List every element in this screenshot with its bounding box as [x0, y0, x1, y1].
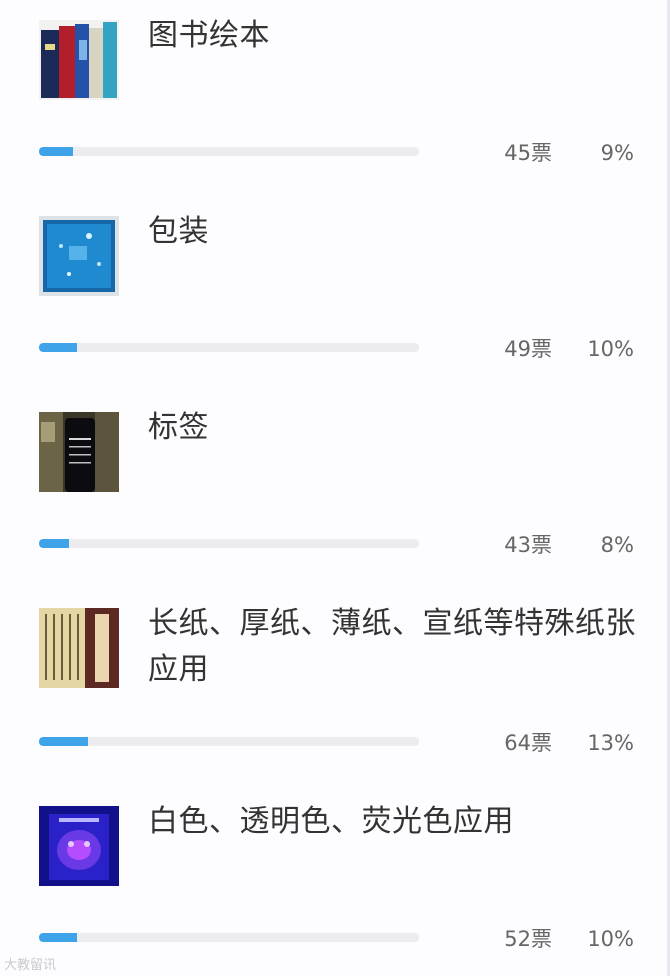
vote-percent: 13% — [587, 731, 634, 755]
option-label: 白色、透明色、荧光色应用 — [148, 804, 514, 839]
option-thumbnail — [39, 608, 119, 688]
option-thumbnail — [39, 20, 119, 100]
option-thumbnail — [39, 806, 119, 886]
vote-progress-fill — [39, 343, 77, 352]
vote-progress-fill — [39, 737, 89, 746]
vote-percent: 10% — [587, 337, 634, 361]
watermark: 大教留讯 — [4, 958, 57, 973]
vote-progress-bar — [39, 933, 419, 942]
vote-percent: 8% — [600, 533, 634, 557]
vote-count: 52票 — [504, 927, 552, 951]
vote-progress-bar — [39, 343, 419, 352]
option-label: 长纸、厚纸、薄纸、宣纸等特殊纸张应用 — [148, 606, 636, 687]
vote-count: 43票 — [504, 533, 552, 557]
option-label: 包装 — [148, 214, 209, 249]
vote-count: 45票 — [504, 141, 552, 165]
vote-progress-fill — [39, 147, 74, 156]
vote-percent: 9% — [600, 141, 634, 165]
vote-progress-bar — [39, 539, 419, 548]
vote-progress-fill — [39, 933, 77, 942]
vote-percent: 10% — [587, 927, 634, 951]
vote-progress-fill — [39, 539, 70, 548]
vote-count: 64票 — [504, 731, 552, 755]
option-label: 标签 — [148, 410, 209, 445]
option-thumbnail — [39, 412, 119, 492]
vote-progress-bar — [39, 147, 419, 156]
option-thumbnail — [39, 216, 119, 296]
poll-page: 图书绘本 45票 9% 包装 49票 10% 标签 43票 8% 长纸、厚纸、薄… — [0, 0, 670, 976]
option-label: 图书绘本 — [148, 18, 270, 53]
vote-count: 49票 — [504, 337, 552, 361]
vote-progress-bar — [39, 737, 419, 746]
